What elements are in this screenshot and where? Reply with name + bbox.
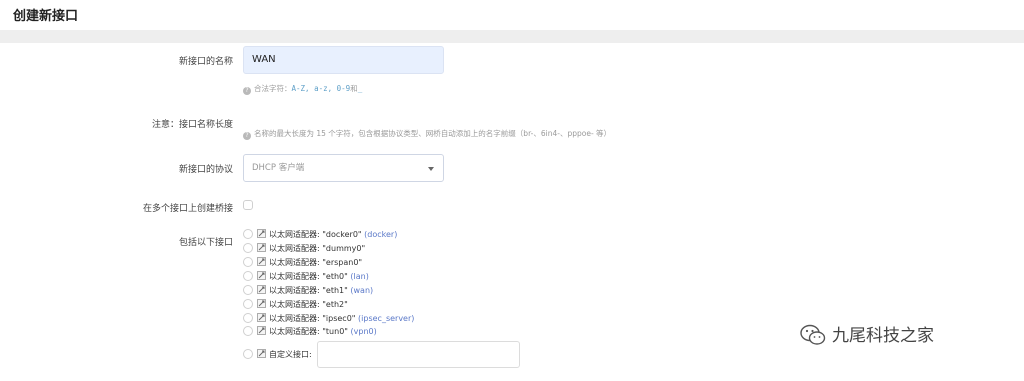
include-label: 包括以下接口 xyxy=(178,238,233,248)
interface-tag[interactable]: (vpn0) xyxy=(351,327,377,336)
name-hint-and: 和 xyxy=(350,84,358,93)
interface-option[interactable]: 以太网适配器: "tun0" (vpn0) xyxy=(243,326,377,339)
interface-option[interactable]: 以太网适配器: "docker0" (docker) xyxy=(243,229,397,242)
name-label: 新接口的名称 xyxy=(178,57,233,67)
interface-tag[interactable]: (wan) xyxy=(350,286,373,295)
radio-button[interactable] xyxy=(243,313,253,323)
section-divider xyxy=(0,30,1024,43)
interface-option[interactable]: 以太网适配器: "eth1" (wan) xyxy=(243,285,373,298)
interface-option[interactable]: 以太网适配器: "erspan0" xyxy=(243,257,362,270)
interface-text: 以太网适配器: "eth1" xyxy=(269,286,348,295)
protocol-select[interactable]: DHCP 客户端 xyxy=(243,154,444,182)
ethernet-icon xyxy=(257,243,266,252)
name-hint-text: 合法字符： xyxy=(254,84,292,93)
interface-text: 以太网适配器: "eth0" xyxy=(269,272,348,281)
interface-tag[interactable]: (lan) xyxy=(350,272,368,281)
custom-interface-option[interactable]: 自定义接口: xyxy=(243,349,312,362)
radio-button[interactable] xyxy=(243,285,253,295)
interface-text: 以太网适配器: "dummy0" xyxy=(269,244,366,253)
ethernet-icon xyxy=(257,229,266,238)
watermark: 九尾科技之家 xyxy=(800,321,934,351)
page-header: 创建新接口 xyxy=(0,0,1024,30)
interface-text: 以太网适配器: "erspan0" xyxy=(269,258,363,267)
watermark-text: 九尾科技之家 xyxy=(832,326,934,346)
name-hint: ? 合法字符：A-Z, a-z, 0-9和_ xyxy=(243,83,362,95)
interface-text: 以太网适配器: "docker0" xyxy=(269,230,362,239)
bridge-label: 在多个接口上创建桥接 xyxy=(142,204,233,214)
ethernet-icon xyxy=(257,271,266,280)
page-title: 创建新接口 xyxy=(13,9,79,24)
interface-option[interactable]: 以太网适配器: "eth2" xyxy=(243,299,348,312)
radio-button[interactable] xyxy=(243,243,253,253)
interface-option[interactable]: 以太网适配器: "dummy0" xyxy=(243,243,365,256)
interface-option[interactable]: 以太网适配器: "eth0" (lan) xyxy=(243,271,369,284)
radio-button[interactable] xyxy=(243,229,253,239)
radio-button[interactable] xyxy=(243,349,253,359)
interface-name-input[interactable]: WAN xyxy=(243,46,444,74)
radio-button[interactable] xyxy=(243,271,253,281)
chevron-down-icon xyxy=(428,167,434,171)
note-label: 注意：接口名称长度 xyxy=(151,120,233,130)
ethernet-icon xyxy=(257,257,266,266)
interface-tag[interactable]: (ipsec_server) xyxy=(358,314,414,323)
note-hint: ? 名称的最大长度为 15 个字符，包含根据协议类型、网桥自动添加上的名字前缀（b… xyxy=(243,128,611,140)
ethernet-icon xyxy=(257,326,266,335)
interface-text: 以太网适配器: "tun0" xyxy=(269,327,348,336)
interface-tag[interactable]: (docker) xyxy=(364,230,397,239)
interface-option[interactable]: 以太网适配器: "ipsec0" (ipsec_server) xyxy=(243,313,414,326)
wechat-icon xyxy=(800,324,826,345)
interface-text: 以太网适配器: "eth2" xyxy=(269,300,348,309)
radio-button[interactable] xyxy=(243,257,253,267)
help-icon: ? xyxy=(243,87,251,95)
interface-text: 以太网适配器: "ipsec0" xyxy=(269,314,356,323)
ethernet-icon xyxy=(257,349,266,358)
protocol-label: 新接口的协议 xyxy=(178,165,233,175)
bridge-checkbox[interactable] xyxy=(243,200,253,210)
ethernet-icon xyxy=(257,313,266,322)
radio-button[interactable] xyxy=(243,326,253,336)
radio-button[interactable] xyxy=(243,299,253,309)
ethernet-icon xyxy=(257,285,266,294)
note-hint-text: 名称的最大长度为 15 个字符，包含根据协议类型、网桥自动添加上的名字前缀（br… xyxy=(254,129,612,138)
custom-interface-label: 自定义接口: xyxy=(269,350,312,359)
ethernet-icon xyxy=(257,299,266,308)
name-hint-underscore: _ xyxy=(357,84,363,93)
help-icon: ? xyxy=(243,132,251,140)
name-hint-chars: A-Z, a-z, 0-9 xyxy=(291,84,351,93)
protocol-select-value: DHCP 客户端 xyxy=(252,163,305,173)
custom-interface-input[interactable] xyxy=(317,341,520,368)
